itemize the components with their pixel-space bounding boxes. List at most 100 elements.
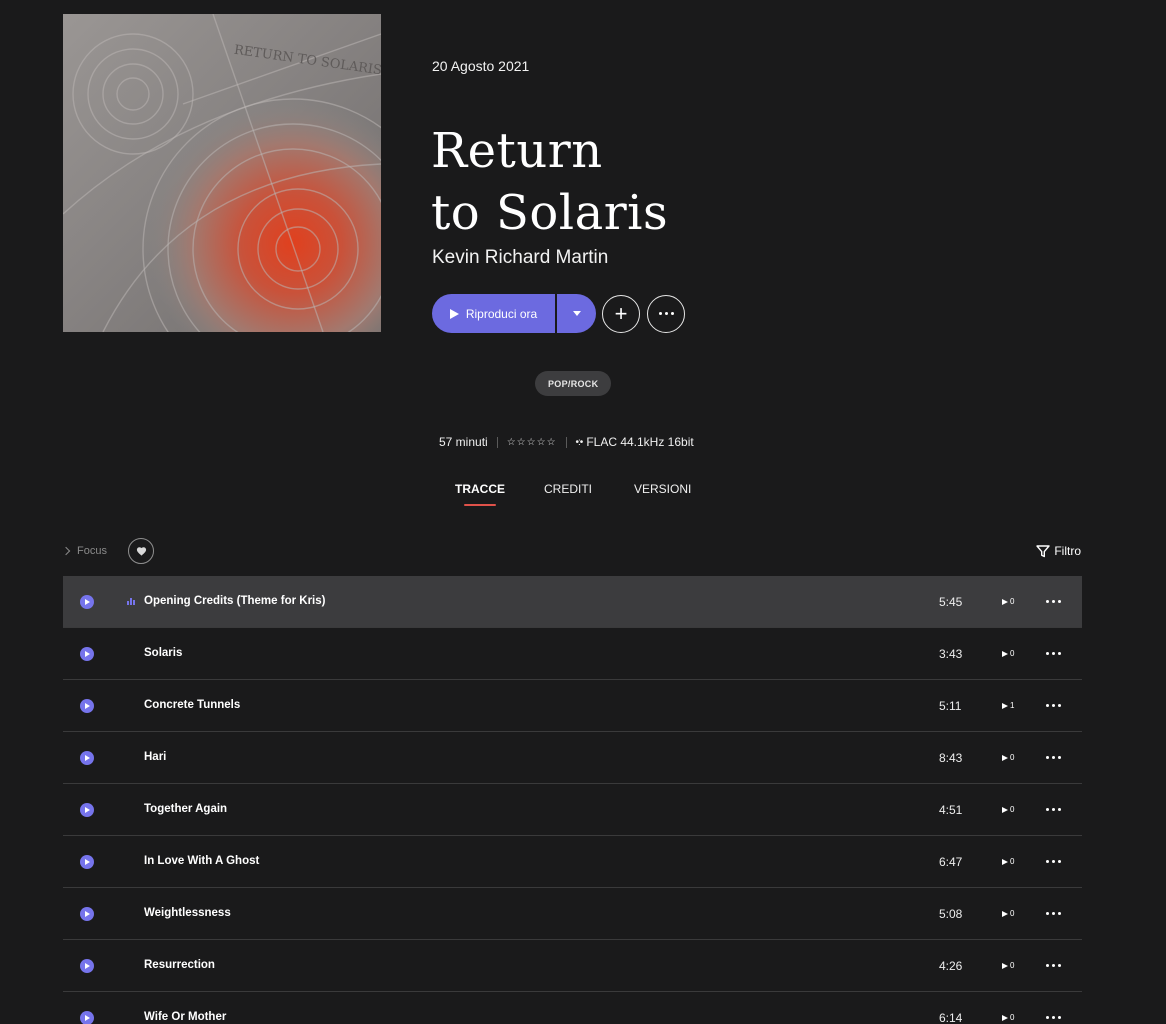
play-track-icon[interactable]	[80, 803, 94, 817]
album-title: Return to Solaris	[431, 120, 668, 244]
track-list: Opening Credits (Theme for Kris) 5:45 0 …	[63, 576, 1082, 1024]
track-row[interactable]: Solaris 3:43 0	[63, 628, 1082, 680]
track-duration: 6:14	[939, 1011, 963, 1024]
track-play-count: 1	[1002, 701, 1014, 710]
play-count-value: 1	[1010, 701, 1015, 710]
track-more-button[interactable]	[1046, 600, 1061, 603]
track-play-count: 0	[1002, 961, 1014, 970]
more-icon	[658, 312, 674, 315]
play-count-icon	[1002, 962, 1008, 969]
play-track-icon[interactable]	[80, 959, 94, 973]
play-count-icon	[1002, 702, 1008, 709]
track-more-button[interactable]	[1046, 1016, 1061, 1019]
play-track-icon[interactable]	[80, 595, 94, 609]
artist-name[interactable]: Kevin Richard Martin	[432, 247, 608, 269]
track-row[interactable]: Concrete Tunnels 5:11 1	[63, 680, 1082, 732]
tab-tracks[interactable]: TRACCE	[455, 482, 505, 506]
track-title: Hari	[144, 751, 167, 763]
meta-divider	[565, 436, 567, 448]
track-play-count: 0	[1002, 597, 1014, 606]
play-track-icon[interactable]	[80, 1011, 94, 1024]
favorite-button[interactable]	[128, 538, 154, 564]
audio-format: FLAC 44.1kHz 16bit	[586, 435, 694, 449]
track-more-button[interactable]	[1046, 704, 1061, 707]
focus-toggle[interactable]: Focus	[61, 545, 107, 557]
chevron-right-icon	[61, 546, 71, 556]
track-row[interactable]: Wife Or Mother 6:14 0	[63, 992, 1082, 1024]
track-more-button[interactable]	[1046, 808, 1061, 811]
play-track-icon[interactable]	[80, 751, 94, 765]
play-now-button[interactable]: Riproduci ora	[432, 294, 555, 333]
track-duration: 5:11	[939, 699, 962, 713]
album-meta: 57 minuti ☆☆☆☆☆ •:• FLAC 44.1kHz 16bit	[439, 435, 694, 449]
filter-button[interactable]: Filtro	[1036, 544, 1081, 558]
track-duration: 3:43	[939, 647, 963, 661]
track-duration: 4:51	[939, 803, 963, 817]
add-to-library-button[interactable]: +	[602, 294, 640, 333]
track-row[interactable]: Weightlessness 5:08 0	[63, 888, 1082, 940]
release-date: 20 Agosto 2021	[432, 58, 530, 74]
track-play-count: 0	[1002, 1013, 1014, 1022]
track-title: Resurrection	[144, 959, 215, 971]
play-count-value: 0	[1010, 1013, 1015, 1022]
play-options-dropdown[interactable]	[557, 294, 596, 333]
track-more-button[interactable]	[1046, 964, 1061, 967]
play-count-icon	[1002, 858, 1008, 865]
play-track-icon[interactable]	[80, 647, 94, 661]
track-row[interactable]: Resurrection 4:26 0	[63, 940, 1082, 992]
play-track-icon[interactable]	[80, 699, 94, 713]
play-count-icon	[1002, 598, 1008, 605]
focus-label: Focus	[77, 545, 107, 557]
track-play-count: 0	[1002, 649, 1014, 658]
track-row[interactable]: In Love With A Ghost 6:47 0	[63, 836, 1082, 888]
track-row[interactable]: Opening Credits (Theme for Kris) 5:45 0	[63, 576, 1082, 628]
album-actions: Riproduci ora +	[432, 294, 685, 333]
genre-badge[interactable]: POP/ROCK	[535, 371, 612, 396]
play-count-value: 0	[1010, 909, 1015, 918]
play-count-icon	[1002, 1014, 1008, 1021]
track-title: Solaris	[144, 647, 183, 659]
album-tabs: TRACCE CREDITI VERSIONI	[0, 482, 1166, 512]
track-play-count: 0	[1002, 857, 1014, 866]
album-title-line-2: to Solaris	[431, 185, 669, 241]
track-title: Wife Or Mother	[144, 1011, 227, 1023]
track-title: Together Again	[144, 803, 228, 815]
play-count-value: 0	[1010, 649, 1015, 658]
filter-icon	[1036, 544, 1051, 557]
now-playing-icon	[127, 598, 135, 605]
track-more-button[interactable]	[1046, 912, 1061, 915]
track-play-count: 0	[1002, 909, 1014, 918]
play-count-value: 0	[1010, 961, 1015, 970]
hi-res-format-icon: •:•	[575, 436, 584, 448]
play-now-label: Riproduci ora	[465, 306, 538, 321]
album-cover[interactable]: RETURN TO SOLARIS	[63, 14, 381, 332]
more-options-button[interactable]	[647, 294, 685, 333]
track-row[interactable]: Hari 8:43 0	[63, 732, 1082, 784]
track-row[interactable]: Together Again 4:51 0	[63, 784, 1082, 836]
track-more-button[interactable]	[1046, 756, 1061, 759]
track-play-count: 0	[1002, 805, 1014, 814]
track-duration: 5:08	[939, 907, 963, 921]
track-more-button[interactable]	[1046, 860, 1061, 863]
track-duration: 5:45	[939, 595, 963, 609]
play-count-icon	[1002, 754, 1008, 761]
tab-versions[interactable]: VERSIONI	[634, 482, 691, 496]
track-more-button[interactable]	[1046, 652, 1061, 655]
track-title: Concrete Tunnels	[144, 699, 241, 711]
album-duration: 57 minuti	[439, 435, 488, 449]
play-track-icon[interactable]	[80, 855, 94, 869]
filter-label: Filtro	[1054, 544, 1081, 558]
tab-credits[interactable]: CREDITI	[544, 482, 592, 496]
play-count-value: 0	[1010, 805, 1015, 814]
plus-icon: +	[614, 300, 628, 326]
play-icon	[449, 308, 459, 319]
chevron-down-icon	[572, 311, 581, 316]
play-count-value: 0	[1010, 753, 1015, 762]
track-title: In Love With A Ghost	[144, 855, 260, 867]
track-duration: 6:47	[939, 855, 963, 869]
play-count-icon	[1002, 650, 1008, 657]
track-title: Opening Credits (Theme for Kris)	[144, 595, 326, 607]
rating-stars[interactable]: ☆☆☆☆☆	[507, 437, 557, 448]
play-track-icon[interactable]	[80, 907, 94, 921]
track-duration: 8:43	[939, 751, 963, 765]
